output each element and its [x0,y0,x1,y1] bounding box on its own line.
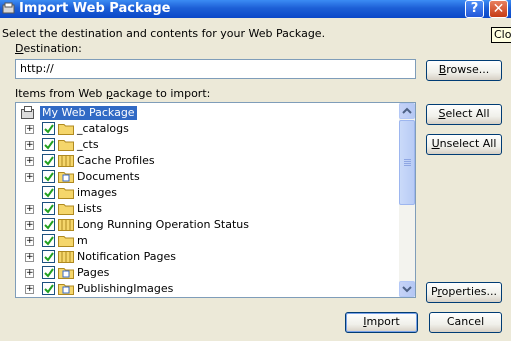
package-tree[interactable]: My Web Package + _catalogs + _cts + Cache Prof… [15,102,416,298]
expand-icon[interactable]: + [25,205,34,214]
tree-item-label: m [77,234,88,247]
close-tooltip: Close [491,27,511,43]
item-checkbox[interactable] [42,186,55,199]
folder-icon [58,187,74,199]
tree-item-label: Documents [77,170,140,183]
title-bar: Import Web Package ? ✕ [0,0,511,18]
item-checkbox[interactable] [42,266,55,279]
properties-button[interactable]: Properties... [426,282,502,303]
doc-library-icon [58,283,74,295]
expand-icon[interactable]: + [25,221,34,230]
doc-library-icon [58,171,74,183]
item-checkbox[interactable] [42,202,55,215]
chevron-down-icon [402,286,412,293]
destination-input[interactable]: http:// [15,59,416,79]
list-icon [58,155,74,167]
folder-icon [58,235,74,247]
expand-icon[interactable]: + [25,269,34,278]
chevron-up-icon [402,107,412,114]
close-button[interactable]: ✕ [489,0,508,18]
tree-scrollbar[interactable] [399,103,415,297]
tree-item[interactable]: + _cts [16,137,399,153]
tree-root-label: My Web Package [40,106,137,120]
tree-item-label: Pages [77,266,110,279]
expand-icon[interactable]: + [25,141,34,150]
items-label: Items from Web package to import: [15,87,211,100]
tree-item-label: _catalogs [77,122,129,135]
import-button[interactable]: Import [345,312,418,333]
item-checkbox[interactable] [42,170,55,183]
folder-icon [58,123,74,135]
tree-item[interactable]: images [16,185,399,201]
tree-item-label: Notification Pages [77,250,176,263]
tree-item[interactable]: + [16,297,399,298]
folder-icon [58,203,74,215]
tree-root[interactable]: My Web Package [16,105,399,121]
tree-item[interactable]: + Lists [16,201,399,217]
expand-icon[interactable]: + [25,253,34,262]
tree-item-label: Lists [77,202,102,215]
doc-library-icon [58,267,74,279]
expand-icon[interactable]: + [25,237,34,246]
package-icon [20,106,36,119]
item-checkbox[interactable] [42,282,55,295]
tree-item[interactable]: + Pages [16,265,399,281]
folder-icon [58,139,74,151]
instructions-text: Select the destination and contents for … [2,27,326,40]
browse-button[interactable]: Browse... [426,60,502,81]
cancel-button[interactable]: Cancel [429,312,502,333]
select-all-button[interactable]: Select All [426,104,502,125]
item-checkbox[interactable] [42,234,55,247]
tree-item-label: Long Running Operation Status [77,218,249,231]
expand-icon[interactable]: + [25,285,34,294]
item-checkbox[interactable] [42,218,55,231]
app-icon [2,2,15,14]
tree-item[interactable]: + _catalogs [16,121,399,137]
scroll-down-button[interactable] [399,281,415,297]
item-checkbox[interactable] [42,138,55,151]
expand-icon[interactable]: + [25,125,34,134]
tree-item-label: PublishingImages [77,282,174,295]
list-icon [58,219,74,231]
expand-icon[interactable]: + [25,157,34,166]
window-title: Import Web Package [19,1,171,16]
help-button[interactable]: ? [465,0,484,18]
unselect-all-button[interactable]: Unselect All [426,134,502,155]
item-checkbox[interactable] [42,250,55,263]
expand-icon[interactable]: + [25,173,34,182]
item-checkbox[interactable] [42,122,55,135]
scroll-thumb[interactable] [399,120,415,205]
tree-item[interactable]: + Documents [16,169,399,185]
tree-item[interactable]: + PublishingImages [16,281,399,297]
tree-item[interactable]: + Long Running Operation Status [16,217,399,233]
tree-item[interactable]: + Notification Pages [16,249,399,265]
list-icon [58,251,74,263]
tree-item-label: images [77,186,117,199]
destination-label: Destination: [15,42,82,55]
item-checkbox[interactable] [42,154,55,167]
scroll-up-button[interactable] [399,103,415,119]
tree-item[interactable]: + Cache Profiles [16,153,399,169]
tree-item-label: _cts [77,138,99,151]
tree-item-label: Cache Profiles [77,154,155,167]
tree-item[interactable]: + m [16,233,399,249]
